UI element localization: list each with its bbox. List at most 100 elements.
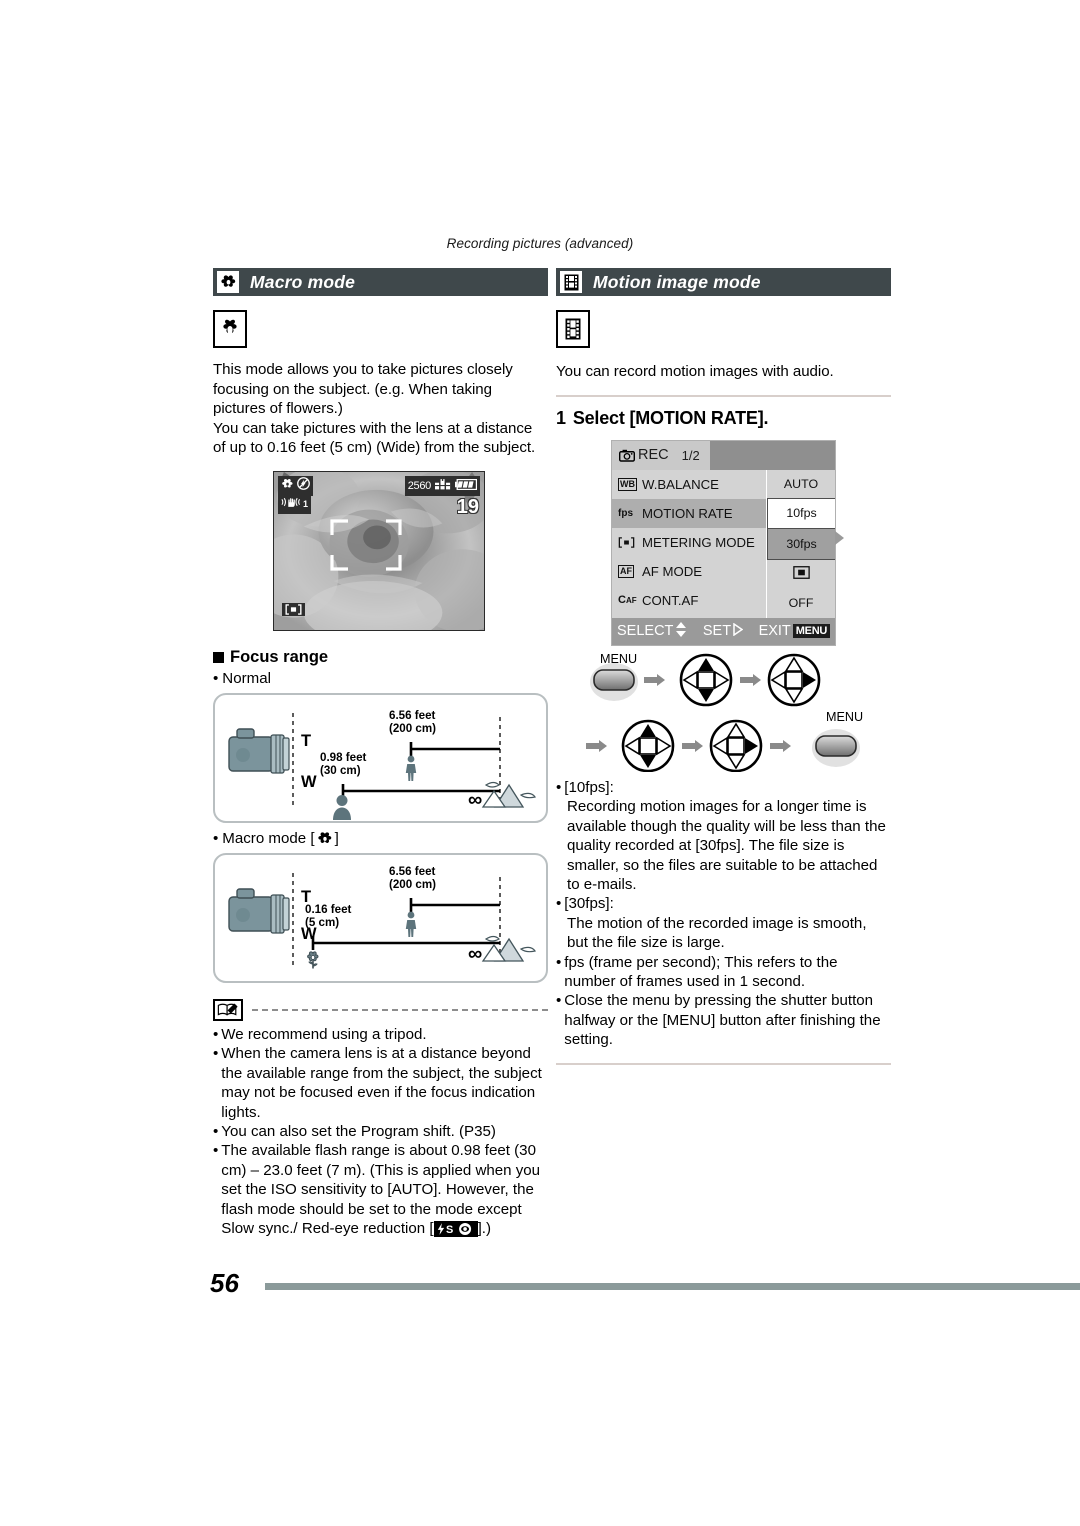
macro-flower-icon — [217, 271, 239, 293]
bullet-dot: • — [556, 778, 562, 796]
macro-paragraph-1: This mode allows you to take pictures cl… — [213, 361, 513, 418]
lcd-shots-remaining: 19 — [456, 495, 479, 518]
button-sequence-diagram: MENU MENU — [578, 652, 898, 772]
camera-menu-screen[interactable]: REC 1/2 WB W.BALANCE fps MOTION RATE MET… — [611, 439, 844, 646]
bullet-dot: • — [213, 1142, 219, 1160]
dpad-up-down-icon — [679, 653, 733, 707]
notes-dashed-rule — [252, 1009, 548, 1012]
macro-range-label: • Macro mode [ ] — [213, 830, 548, 847]
flash-note-line3-pre: Red-eye reduction [ — [301, 1220, 434, 1238]
note-30fps-head: [30fps]: — [564, 895, 614, 913]
note-item-flash: • The available flash range is about 0.9… — [213, 1141, 548, 1238]
macro-paragraph-2: You can take pictures with the lens at a… — [213, 419, 536, 457]
note-item: • fps (frame per second); This refers to… — [556, 953, 891, 992]
macro-flower-icon — [281, 477, 294, 495]
page-number: 56 — [210, 1268, 239, 1298]
wide-letter-normal: W — [301, 772, 317, 791]
arrow-right-icon — [644, 673, 665, 686]
menu-page-indicator: 1/2 — [681, 447, 700, 463]
note-30fps-body: The motion of the recorded image is smoo… — [567, 914, 867, 952]
menu-value-30fps[interactable]: 30fps — [767, 528, 835, 560]
note-10fps-head: [10fps]: — [564, 778, 614, 796]
tele-letter-normal: T — [301, 731, 312, 750]
flash-note-line1: The available flash range is about — [221, 1142, 448, 1160]
image-stabilizer-icon — [281, 495, 301, 513]
fps-icon: fps — [618, 507, 633, 519]
motion-rate-notes: • [10fps]: Recording motion images for a… — [556, 778, 891, 1050]
battery-full-icon — [455, 477, 478, 495]
right-arrow-icon — [733, 622, 744, 640]
bullet-dot: • — [213, 1123, 219, 1140]
menu-value-af-mode — [767, 560, 835, 589]
motion-image-mode-glyph — [556, 310, 590, 348]
menu-key-badge: MENU — [792, 624, 830, 639]
tele-distance-normal: 6.56 feet (200 cm) — [389, 708, 437, 736]
tab-rec[interactable]: REC 1/2 — [612, 440, 710, 470]
macro-label-text: Macro mode [ — [222, 829, 315, 847]
infinity-symbol-macro: ∞ — [468, 942, 483, 965]
spot-metering-icon — [282, 602, 305, 616]
dpad-right-icon — [709, 719, 763, 772]
bullet-dot: • — [213, 1025, 219, 1043]
arrow-right-icon — [682, 739, 703, 752]
menu-labels-column: WB W.BALANCE fps MOTION RATE METERING MO… — [612, 470, 766, 618]
right-column: Motion image mode You can record motion … — [556, 268, 891, 1066]
left-column: Macro mode This mode allows you to take … — [213, 268, 548, 1238]
note-item: • We recommend using a tripod. — [213, 1025, 427, 1043]
mountain-infinity-icon — [481, 935, 536, 962]
menu-value-w-balance: AUTO — [783, 477, 819, 492]
note-fps-definition: fps (frame per second); This refers to t… — [564, 953, 838, 991]
square-bullet-icon — [213, 651, 224, 663]
menu-footer-set: SET — [702, 623, 732, 640]
wb-icon: WB — [618, 477, 637, 491]
tab-rec-label: REC — [638, 447, 669, 464]
lcd-mode-icons — [278, 475, 313, 496]
motion-notes-list: • [10fps]: Recording motion images for a… — [556, 778, 891, 1050]
running-header: Recording pictures (advanced) — [446, 236, 634, 251]
menu-footer-bar: SELECT SET EXIT MENU — [612, 617, 835, 645]
note-item: • When the camera lens is at a distance b… — [213, 1045, 542, 1121]
normal-label-text: Normal — [222, 669, 271, 687]
menu-item-cont-af[interactable]: CAF CONT.AF — [612, 586, 766, 615]
menu-item-metering-mode[interactable]: METERING MODE — [612, 528, 766, 557]
menu-footer-exit: EXIT — [758, 623, 791, 640]
bullet-dot: • — [213, 829, 219, 847]
note-10fps-body: Recording motion images for a longer tim… — [567, 798, 886, 894]
bullet-dot: • — [556, 953, 562, 971]
af-icon: AF — [618, 564, 634, 578]
person-icon-tele — [405, 755, 417, 781]
wide-distance-normal: 0.98 feet (30 cm) — [320, 750, 367, 778]
menu-rows: WB W.BALANCE fps MOTION RATE METERING MO… — [612, 469, 844, 618]
metering-icon — [618, 537, 642, 548]
step-number: 1 — [556, 407, 566, 428]
menu-item-w-balance[interactable]: WB W.BALANCE — [612, 470, 766, 499]
lcd-resolution: 2560 — [407, 479, 432, 492]
section-rule — [556, 394, 891, 397]
step-text: Select [MOTION RATE]. — [572, 407, 769, 428]
arrow-right-icon — [586, 739, 607, 752]
lcd-capture-settings: 2560 — [404, 475, 480, 496]
menu-item-label: AF MODE — [642, 563, 703, 579]
note-item: • [30fps]: — [556, 894, 891, 913]
menu-button-icon — [590, 662, 638, 701]
mountain-infinity-icon — [481, 781, 536, 808]
menu-item-af-mode[interactable]: AF AF MODE — [612, 557, 766, 586]
up-down-arrows-icon — [675, 621, 687, 641]
menu-value-10fps[interactable]: 10fps — [767, 497, 835, 529]
notes-header — [213, 998, 548, 1021]
focus-range-diagram-macro: T W 6.56 feet (200 cm) 0.16 feet (5 cm) … — [213, 852, 548, 983]
section-header-macro-mode: Macro mode — [213, 268, 548, 296]
step-1-heading: 1 Select [MOTION RATE]. — [556, 408, 891, 429]
menu-item-motion-rate[interactable]: fps MOTION RATE — [612, 498, 766, 528]
menu-button-icon — [812, 728, 860, 767]
lcd-preview-image: 1 2560 19 — [273, 470, 485, 631]
caf-icon: CAF — [618, 594, 637, 607]
lcd-stabilizer-mode: 1 — [303, 498, 309, 509]
flash-off-icon — [297, 477, 310, 495]
lcd-stabilizer-indicator: 1 — [278, 493, 312, 514]
footer-bar — [265, 1283, 1080, 1290]
menu-item-label: MOTION RATE — [642, 505, 733, 521]
focus-range-heading-text: Focus range — [230, 647, 329, 666]
section-title: Motion image mode — [593, 271, 761, 292]
section-rule-bottom — [556, 1062, 891, 1066]
